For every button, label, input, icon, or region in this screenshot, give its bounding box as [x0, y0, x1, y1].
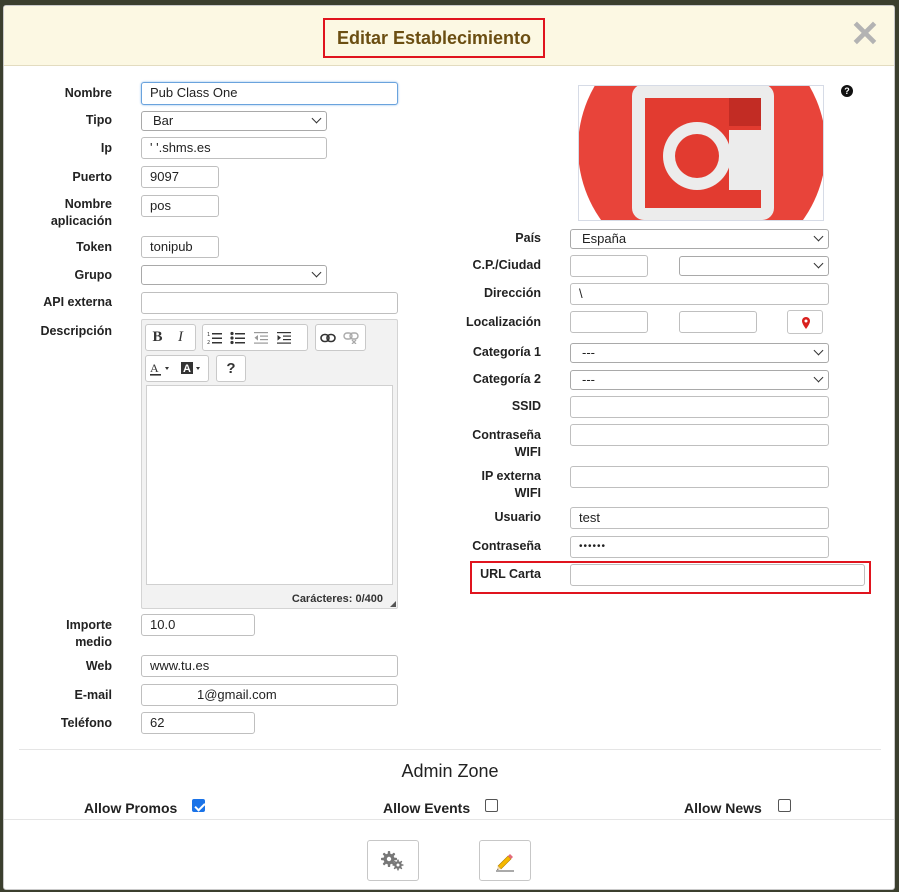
chevron-down-icon [813, 231, 824, 242]
nombre-aplicacion-input[interactable]: pos [141, 195, 219, 217]
puerto-input[interactable]: 9097 [141, 166, 219, 188]
categoria2-label: Categoría 2 [472, 372, 541, 386]
chevron-down-icon [311, 113, 322, 124]
dialog-footer [4, 819, 894, 889]
chevron-down-icon [813, 345, 824, 356]
telefono-input[interactable]: 62 [141, 712, 255, 734]
nombre-aplicacion-label: Nombre aplicación [50, 197, 112, 228]
establishment-photo[interactable] [578, 85, 824, 221]
divider [19, 749, 881, 750]
ssid-label: SSID [511, 399, 541, 413]
tipo-value: Bar [153, 113, 174, 128]
edit-establishment-dialog: Editar Establecimiento ✕ Nombre Pub Clas… [3, 5, 895, 890]
ip-externa-wifi-label: IP externa WIFI [481, 469, 541, 500]
categoria2-value: --- [582, 372, 595, 387]
cp-input[interactable] [570, 255, 648, 277]
pencil-icon [496, 853, 514, 871]
email-label: E-mail [74, 688, 112, 702]
categoria2-select[interactable]: --- [570, 370, 829, 390]
allow-news-label: Allow News [684, 800, 762, 816]
allow-events-label: Allow Events [383, 800, 471, 816]
admin-zone-title: Admin Zone [401, 761, 499, 781]
pais-label: País [515, 231, 541, 245]
importe-medio-input[interactable]: 10.0 [141, 614, 255, 636]
tipo-label: Tipo [85, 113, 112, 127]
edit-button[interactable] [479, 840, 531, 881]
close-icon[interactable]: ✕ [850, 16, 880, 52]
localizacion-label: Localización [465, 315, 541, 329]
tipo-select[interactable]: Bar [141, 111, 327, 131]
map-pin-icon [802, 317, 810, 329]
web-label: Web [85, 659, 112, 673]
help-icon[interactable]: ? [841, 85, 853, 97]
url-carta-input[interactable] [570, 564, 865, 586]
ip-input[interactable]: ' '.shms.es [141, 137, 327, 159]
importe-medio-label: Importe medio [66, 618, 112, 649]
categoria1-select[interactable]: --- [570, 343, 829, 363]
email-input[interactable]: 1@gmail.com [141, 684, 398, 706]
web-input[interactable]: www.tu.es [141, 655, 398, 677]
contrasena-wifi-input[interactable] [570, 424, 829, 446]
pais-value: España [582, 231, 627, 246]
usuario-input[interactable]: test [570, 507, 829, 529]
puerto-label: Puerto [72, 170, 112, 184]
direccion-input[interactable]: \ [570, 283, 829, 305]
contrasena-input[interactable]: •••••• [570, 536, 829, 558]
nombre-label: Nombre [64, 86, 112, 100]
ssid-input[interactable] [570, 396, 829, 418]
ip-externa-wifi-input[interactable] [570, 466, 829, 488]
longitude-input[interactable] [679, 311, 757, 333]
url-carta-label: URL Carta [480, 567, 541, 581]
ciudad-select[interactable] [679, 256, 829, 276]
direccion-label: Dirección [484, 286, 541, 300]
allow-events-checkbox[interactable] [485, 799, 498, 812]
contrasena-label: Contraseña [472, 539, 541, 553]
resize-handle[interactable] [390, 601, 396, 607]
ip-label: Ip [100, 141, 112, 155]
contrasena-wifi-label: Contraseña WIFI [472, 428, 541, 459]
svg-text:1: 1 [207, 332, 210, 338]
chevron-down-icon [813, 258, 824, 269]
allow-promos-label: Allow Promos [84, 800, 178, 816]
categoria1-label: Categoría 1 [472, 345, 541, 359]
telefono-label: Teléfono [60, 716, 112, 730]
gears-icon [381, 850, 404, 870]
allow-promos-checkbox[interactable] [192, 799, 205, 812]
nombre-input[interactable]: Pub Class One [141, 82, 398, 105]
chevron-down-icon [813, 372, 824, 383]
char-count: Carácteres: 0/400 [291, 593, 383, 605]
pais-select[interactable]: España [570, 229, 829, 249]
settings-button[interactable] [367, 840, 419, 881]
latitude-input[interactable] [570, 311, 648, 333]
map-pin-button[interactable] [787, 310, 823, 334]
usuario-label: Usuario [494, 510, 541, 524]
cp-ciudad-label: C.P./Ciudad [472, 258, 541, 272]
allow-news-checkbox[interactable] [778, 799, 791, 812]
dialog-header: Editar Establecimiento ✕ [4, 6, 894, 66]
categoria1-value: --- [582, 345, 595, 360]
dialog-title: Editar Establecimiento [323, 18, 545, 58]
